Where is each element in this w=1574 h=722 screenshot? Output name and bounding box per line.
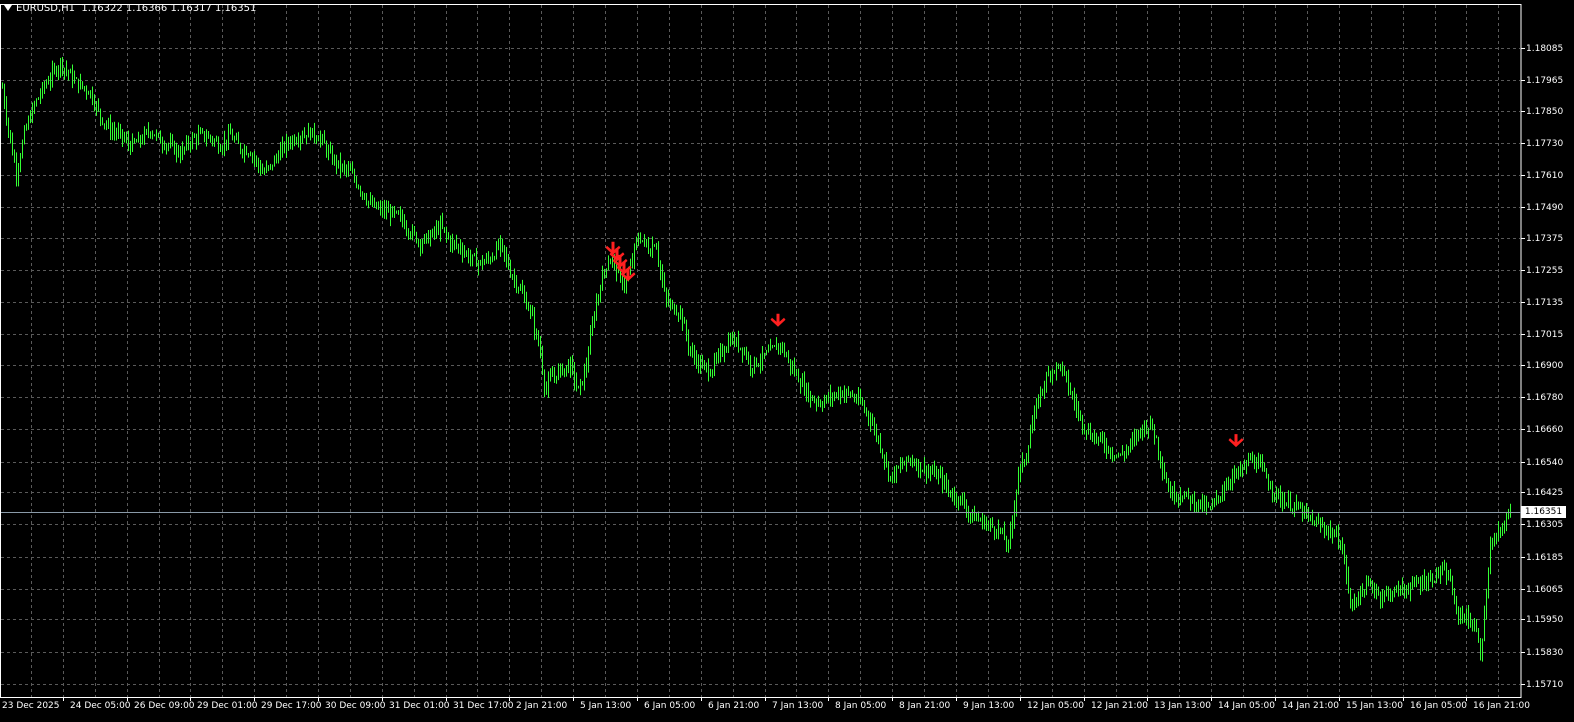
time-tick-label: 8 Jan 21:00: [899, 701, 951, 711]
time-tick-label: 29 Dec 01:00: [197, 701, 258, 711]
current-price-tag: 1.16351: [1521, 506, 1566, 518]
price-tick-label: 1.17255: [1526, 265, 1564, 276]
price-tick-label: 1.17610: [1526, 170, 1564, 181]
time-tick-label: 14 Jan 21:00: [1282, 701, 1339, 711]
price-tick-label: 1.17730: [1526, 138, 1564, 149]
time-tick-label: 9 Jan 13:00: [963, 701, 1015, 711]
price-tick-label: 1.16185: [1526, 552, 1564, 563]
time-tick-label: 15 Jan 13:00: [1346, 701, 1403, 711]
price-tick-label: 1.17375: [1526, 233, 1564, 244]
time-tick-label: 8 Jan 05:00: [835, 701, 887, 711]
price-tick-label: 1.17135: [1526, 297, 1564, 308]
price-tick-label: 1.15830: [1526, 647, 1564, 658]
price-tick-label: 1.16780: [1526, 392, 1564, 403]
time-tick-label: 29 Dec 17:00: [261, 701, 322, 711]
time-tick-label: 6 Jan 21:00: [708, 701, 760, 711]
down-arrow-icon: [770, 313, 786, 327]
price-tick-label: 1.16540: [1526, 457, 1564, 468]
time-tick-label: 16 Jan 05:00: [1410, 701, 1467, 711]
price-tick-label: 1.15950: [1526, 614, 1564, 625]
time-tick-label: 31 Dec 17:00: [453, 701, 514, 711]
time-tick-label: 14 Jan 05:00: [1218, 701, 1275, 711]
chart-window[interactable]: EURUSD,H1 1.16322 1.16366 1.16317 1.1635…: [0, 0, 1574, 722]
symbol-info[interactable]: EURUSD,H1 1.16322 1.16366 1.16317 1.1635…: [4, 2, 256, 16]
symbol-name: EURUSD,H1: [16, 3, 76, 14]
price-tick-label: 1.16660: [1526, 424, 1564, 435]
price-tick-label: 1.16305: [1526, 519, 1564, 530]
time-tick-label: 5 Jan 13:00: [580, 701, 632, 711]
time-tick-label: 7 Jan 13:00: [772, 701, 824, 711]
price-tick-label: 1.16425: [1526, 487, 1564, 498]
time-tick-label: 13 Jan 13:00: [1154, 701, 1211, 711]
time-tick-label: 26 Dec 09:00: [134, 701, 195, 711]
time-tick-label: 2 Jan 21:00: [516, 701, 568, 711]
price-tick-label: 1.18085: [1526, 43, 1564, 54]
down-arrow-icon: [1228, 434, 1244, 448]
time-tick-label: 16 Jan 21:00: [1473, 701, 1530, 711]
time-tick-label: 23 Dec 2025: [2, 701, 60, 711]
price-tick-label: 1.17850: [1526, 106, 1564, 117]
time-tick-label: 31 Dec 01:00: [389, 701, 450, 711]
price-tick-label: 1.17965: [1526, 75, 1564, 86]
time-tick-label: 6 Jan 05:00: [644, 701, 696, 711]
price-tick-label: 1.17490: [1526, 202, 1564, 213]
price-chart[interactable]: [0, 0, 1574, 722]
candles: [2, 56, 1511, 662]
time-tick-label: 12 Jan 05:00: [1027, 701, 1084, 711]
price-tick-label: 1.15710: [1526, 679, 1564, 690]
time-tick-label: 30 Dec 09:00: [325, 701, 386, 711]
price-tick-label: 1.16900: [1526, 360, 1564, 371]
ohlc-values: 1.16322 1.16366 1.16317 1.16351: [81, 3, 257, 14]
plot-frame: [0, 4, 1522, 698]
time-tick-label: 24 Dec 05:00: [70, 701, 131, 711]
dropdown-triangle-icon[interactable]: [4, 5, 12, 11]
price-tick-label: 1.16065: [1526, 584, 1564, 595]
time-tick-label: 12 Jan 21:00: [1091, 701, 1148, 711]
price-tick-label: 1.17015: [1526, 329, 1564, 340]
